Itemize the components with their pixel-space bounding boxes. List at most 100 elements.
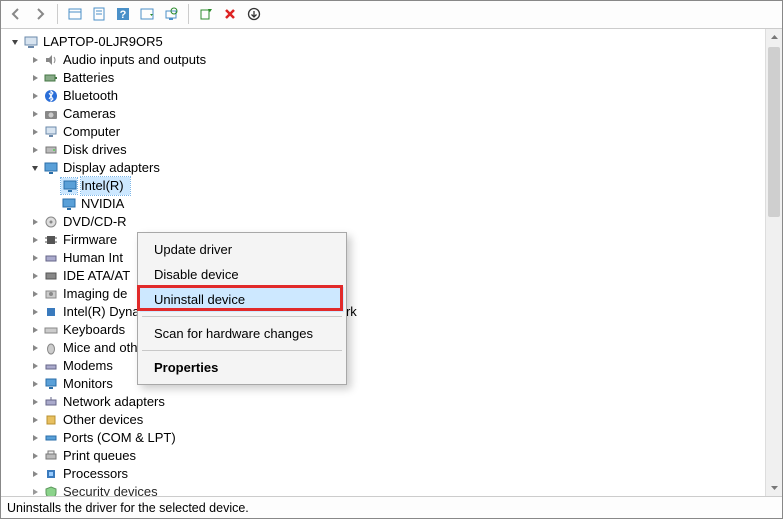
chevron-down-icon[interactable] xyxy=(27,160,43,176)
menu-update-driver[interactable]: Update driver xyxy=(140,237,344,262)
help-button[interactable]: ? xyxy=(112,3,134,25)
scroll-down-icon[interactable] xyxy=(766,479,782,496)
scan-hardware-button[interactable] xyxy=(160,3,182,25)
tree-category[interactable]: Human Int xyxy=(1,249,765,267)
tree-category[interactable]: Monitors xyxy=(1,375,765,393)
add-driver-icon xyxy=(199,7,213,21)
chevron-right-icon[interactable] xyxy=(27,304,43,320)
scroll-up-icon[interactable] xyxy=(766,29,782,46)
tree-category[interactable]: Audio inputs and outputs xyxy=(1,51,765,69)
chevron-right-icon[interactable] xyxy=(27,394,43,410)
add-driver-button[interactable] xyxy=(195,3,217,25)
chevron-right-icon[interactable] xyxy=(27,232,43,248)
vertical-scrollbar[interactable] xyxy=(765,29,782,497)
tree-label: Disk drives xyxy=(63,141,127,159)
tree-category[interactable]: Processors xyxy=(1,465,765,483)
printer-icon xyxy=(43,448,59,464)
tree-device-intel[interactable]: Intel(R) xyxy=(1,177,765,195)
modem-icon xyxy=(43,358,59,374)
tree-label: Human Int xyxy=(63,249,123,267)
chevron-right-icon[interactable] xyxy=(27,358,43,374)
chevron-right-icon[interactable] xyxy=(27,52,43,68)
chevron-right-icon[interactable] xyxy=(27,448,43,464)
chevron-right-icon[interactable] xyxy=(27,286,43,302)
menu-uninstall-device[interactable]: Uninstall device xyxy=(140,287,344,312)
chevron-right-icon[interactable] xyxy=(27,70,43,86)
menu-properties[interactable]: Properties xyxy=(140,355,344,380)
tree-device-label: NVIDIA xyxy=(81,195,124,213)
pc-icon xyxy=(43,124,59,140)
tree-category[interactable]: IDE ATA/AT xyxy=(1,267,765,285)
remove-button[interactable] xyxy=(219,3,241,25)
nav-forward-button[interactable] xyxy=(29,3,51,25)
chevron-right-icon[interactable] xyxy=(27,466,43,482)
tree-category[interactable]: Intel(R) Dynamic Platform and Thermal Fr… xyxy=(1,303,765,321)
properties-button[interactable] xyxy=(88,3,110,25)
tree-device-nvidia[interactable]: NVIDIA xyxy=(1,195,765,213)
tree-category[interactable]: Firmware xyxy=(1,231,765,249)
audio-icon xyxy=(43,52,59,68)
tree-category[interactable]: Keyboards xyxy=(1,321,765,339)
tree-category[interactable]: Ports (COM & LPT) xyxy=(1,429,765,447)
chevron-right-icon[interactable] xyxy=(27,214,43,230)
svg-text:?: ? xyxy=(120,9,127,21)
chevron-right-icon[interactable] xyxy=(27,340,43,356)
chevron-right-icon[interactable] xyxy=(27,376,43,392)
imaging-icon xyxy=(43,286,59,302)
tree-label: Monitors xyxy=(63,375,113,393)
tree-device-label: Intel(R) xyxy=(81,177,130,195)
tree-category[interactable]: Modems xyxy=(1,357,765,375)
tree-category[interactable]: DVD/CD-R xyxy=(1,213,765,231)
tree-category[interactable]: Print queues xyxy=(1,447,765,465)
tree-label: Computer xyxy=(63,123,120,141)
dvd-icon xyxy=(43,214,59,230)
chevron-right-icon[interactable] xyxy=(27,106,43,122)
chevron-right-icon[interactable] xyxy=(27,250,43,266)
chevron-right-icon[interactable] xyxy=(27,88,43,104)
menu-scan-hardware[interactable]: Scan for hardware changes xyxy=(140,321,344,346)
more-button[interactable] xyxy=(243,3,265,25)
tree-category-display-adapters[interactable]: Display adapters xyxy=(1,159,765,177)
display-icon xyxy=(61,196,77,212)
menu-disable-device[interactable]: Disable device xyxy=(140,262,344,287)
device-manager-window: ? LAPTOP- xyxy=(0,0,783,519)
tree-label: Batteries xyxy=(63,69,114,87)
tree-category[interactable]: Imaging de xyxy=(1,285,765,303)
tree-label: Bluetooth xyxy=(63,87,118,105)
scroll-thumb[interactable] xyxy=(768,47,780,217)
chevron-right-icon[interactable] xyxy=(27,142,43,158)
tree-label: Network adapters xyxy=(63,393,165,411)
chevron-right-icon[interactable] xyxy=(27,268,43,284)
camera-icon xyxy=(43,106,59,122)
nav-back-button[interactable] xyxy=(5,3,27,25)
keyboard-icon xyxy=(43,322,59,338)
tree-category[interactable]: Cameras xyxy=(1,105,765,123)
display-icon xyxy=(61,178,77,194)
chevron-right-icon[interactable] xyxy=(27,412,43,428)
show-hidden-icon xyxy=(68,7,82,21)
tree-category[interactable]: Network adapters xyxy=(1,393,765,411)
chevron-right-icon[interactable] xyxy=(27,124,43,140)
toolbar: ? xyxy=(1,1,782,29)
chevron-right-icon[interactable] xyxy=(27,430,43,446)
menu-item-label: Update driver xyxy=(154,242,232,257)
chevron-right-icon[interactable] xyxy=(27,484,43,497)
tree-category[interactable]: Security devices xyxy=(1,483,765,497)
nav-back-icon xyxy=(9,7,23,21)
mouse-icon xyxy=(43,340,59,356)
chevron-right-icon[interactable] xyxy=(27,322,43,338)
port-icon xyxy=(43,430,59,446)
tree-category[interactable]: Mice and other pointing devices xyxy=(1,339,765,357)
chevron-down-icon[interactable] xyxy=(7,34,23,50)
disk-icon xyxy=(43,142,59,158)
tree-category[interactable]: Other devices xyxy=(1,411,765,429)
device-tree[interactable]: LAPTOP-0LJR9OR5 Audio inputs and outputs… xyxy=(1,29,765,497)
tree-category[interactable]: Bluetooth xyxy=(1,87,765,105)
tree-category[interactable]: Batteries xyxy=(1,69,765,87)
show-hidden-button[interactable] xyxy=(64,3,86,25)
tree-root[interactable]: LAPTOP-0LJR9OR5 xyxy=(1,33,765,51)
tree-category[interactable]: Computer xyxy=(1,123,765,141)
tree-label: Print queues xyxy=(63,447,136,465)
action-button[interactable] xyxy=(136,3,158,25)
tree-category[interactable]: Disk drives xyxy=(1,141,765,159)
